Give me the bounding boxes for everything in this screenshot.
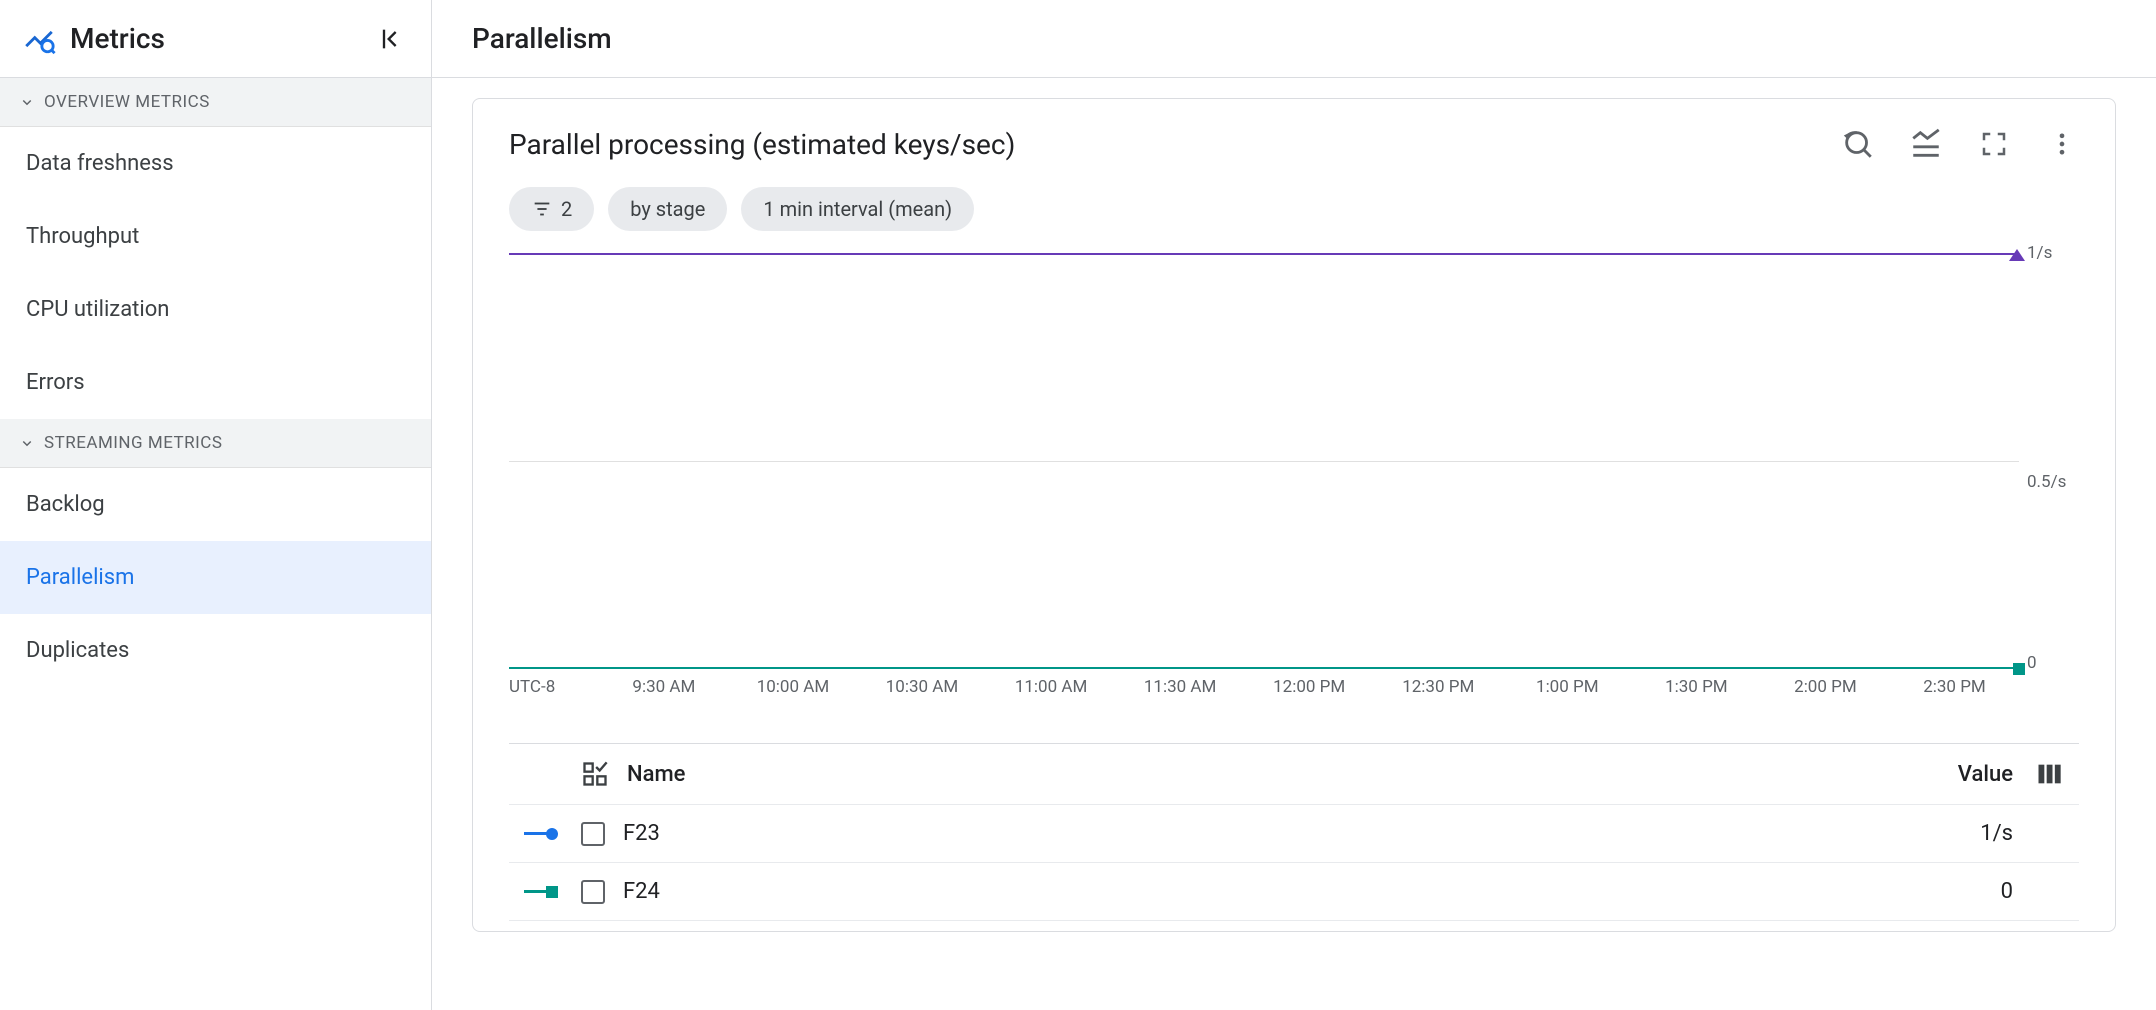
series-name: F23	[617, 821, 1903, 846]
x-tick-label: 2:00 PM	[1761, 677, 1890, 717]
grid-check-icon	[581, 760, 609, 788]
columns-icon	[2035, 760, 2063, 788]
x-tick-label: 1:30 PM	[1632, 677, 1761, 717]
series-checkbox[interactable]	[569, 880, 617, 904]
square-marker-icon	[2013, 663, 2025, 675]
legend-header-row: Name Value	[509, 744, 2079, 805]
group-by-chip[interactable]: by stage	[608, 187, 727, 231]
chip-label: 1 min interval (mean)	[763, 197, 952, 221]
x-tick-label: 11:30 AM	[1116, 677, 1245, 717]
chart-card: Parallel processing (estimated keys/sec)	[472, 98, 2116, 932]
legend-toggle-button[interactable]	[1909, 127, 1943, 161]
more-vert-icon	[2048, 130, 2076, 158]
sidebar-item-throughput[interactable]: Throughput	[0, 200, 431, 273]
sidebar: Metrics OVERVIEW METRICS Data freshness …	[0, 0, 432, 1010]
series-checkbox[interactable]	[569, 822, 617, 846]
interval-chip[interactable]: 1 min interval (mean)	[741, 187, 974, 231]
filter-icon	[531, 198, 553, 220]
y-tick-label: 0	[2027, 653, 2037, 673]
filter-chips: 2 by stage 1 min interval (mean)	[509, 187, 2079, 231]
sidebar-item-duplicates[interactable]: Duplicates	[0, 614, 431, 687]
series-value: 0	[1903, 879, 2023, 904]
sidebar-item-data-freshness[interactable]: Data freshness	[0, 127, 431, 200]
x-tick-label: 10:00 AM	[728, 677, 857, 717]
sidebar-title: Metrics	[70, 22, 375, 55]
series-line-f24	[509, 667, 2019, 669]
chevron-down-icon	[18, 93, 36, 111]
section-header-streaming[interactable]: STREAMING METRICS	[0, 419, 431, 468]
legend-value-header[interactable]: Value	[1903, 762, 2023, 787]
x-tick-label: 11:00 AM	[987, 677, 1116, 717]
gridline	[509, 461, 2019, 462]
x-axis: UTC-8 9:30 AM 10:00 AM 10:30 AM 11:00 AM…	[509, 677, 2019, 717]
chip-label: 2	[561, 197, 572, 221]
series-line-f23	[509, 253, 2019, 255]
chart-plot	[509, 253, 2019, 669]
section-label: OVERVIEW METRICS	[44, 92, 210, 112]
chart[interactable]: 1/s 0.5/s 0 UTC-8 9:30 AM 10:00 AM 10:30…	[509, 247, 2079, 717]
chevron-left-bar-icon	[377, 25, 405, 53]
sidebar-header: Metrics	[0, 0, 431, 78]
timezone-label: UTC-8	[509, 677, 599, 717]
main: Parallelism Parallel processing (estimat…	[432, 0, 2156, 1010]
page-title: Parallelism	[472, 22, 612, 55]
filter-count-chip[interactable]: 2	[509, 187, 594, 231]
triangle-marker-icon	[2009, 249, 2025, 261]
card-title: Parallel processing (estimated keys/sec)	[509, 128, 1841, 161]
sidebar-item-backlog[interactable]: Backlog	[0, 468, 431, 541]
series-value: 1/s	[1903, 821, 2023, 846]
series-name: F24	[617, 879, 1903, 904]
reset-zoom-button[interactable]	[1841, 127, 1875, 161]
sidebar-item-errors[interactable]: Errors	[0, 346, 431, 419]
more-options-button[interactable]	[2045, 127, 2079, 161]
legend-table: Name Value F23 1/s	[509, 744, 2079, 921]
columns-button[interactable]	[2023, 760, 2075, 788]
section-label: STREAMING METRICS	[44, 433, 222, 453]
chip-label: by stage	[630, 197, 705, 221]
collapse-sidebar-button[interactable]	[375, 23, 407, 55]
x-tick-label: 10:30 AM	[857, 677, 986, 717]
x-tick-label: 1:00 PM	[1503, 677, 1632, 717]
select-all-button[interactable]	[569, 760, 621, 788]
section-header-overview[interactable]: OVERVIEW METRICS	[0, 78, 431, 127]
card-header: Parallel processing (estimated keys/sec)	[509, 127, 2079, 161]
fullscreen-icon	[1979, 129, 2009, 159]
series-marker	[513, 828, 569, 840]
x-tick-label: 12:30 PM	[1374, 677, 1503, 717]
main-header: Parallelism	[432, 0, 2156, 78]
fullscreen-button[interactable]	[1977, 127, 2011, 161]
legend-row[interactable]: F24 0	[509, 863, 2079, 921]
metrics-icon	[22, 22, 56, 56]
legend-name-header[interactable]: Name	[621, 762, 1903, 787]
card-actions	[1841, 127, 2079, 161]
y-tick-label: 1/s	[2027, 243, 2052, 263]
legend-icon	[1909, 127, 1943, 161]
x-tick-label: 12:00 PM	[1245, 677, 1374, 717]
x-tick-label: 2:30 PM	[1890, 677, 2019, 717]
sidebar-item-cpu-utilization[interactable]: CPU utilization	[0, 273, 431, 346]
x-tick-label: 9:30 AM	[599, 677, 728, 717]
legend-row[interactable]: F23 1/s	[509, 805, 2079, 863]
chevron-down-icon	[18, 434, 36, 452]
series-marker	[513, 886, 569, 898]
y-tick-label: 0.5/s	[2027, 472, 2066, 492]
zoom-reset-icon	[1841, 127, 1875, 161]
sidebar-item-parallelism[interactable]: Parallelism	[0, 541, 431, 614]
